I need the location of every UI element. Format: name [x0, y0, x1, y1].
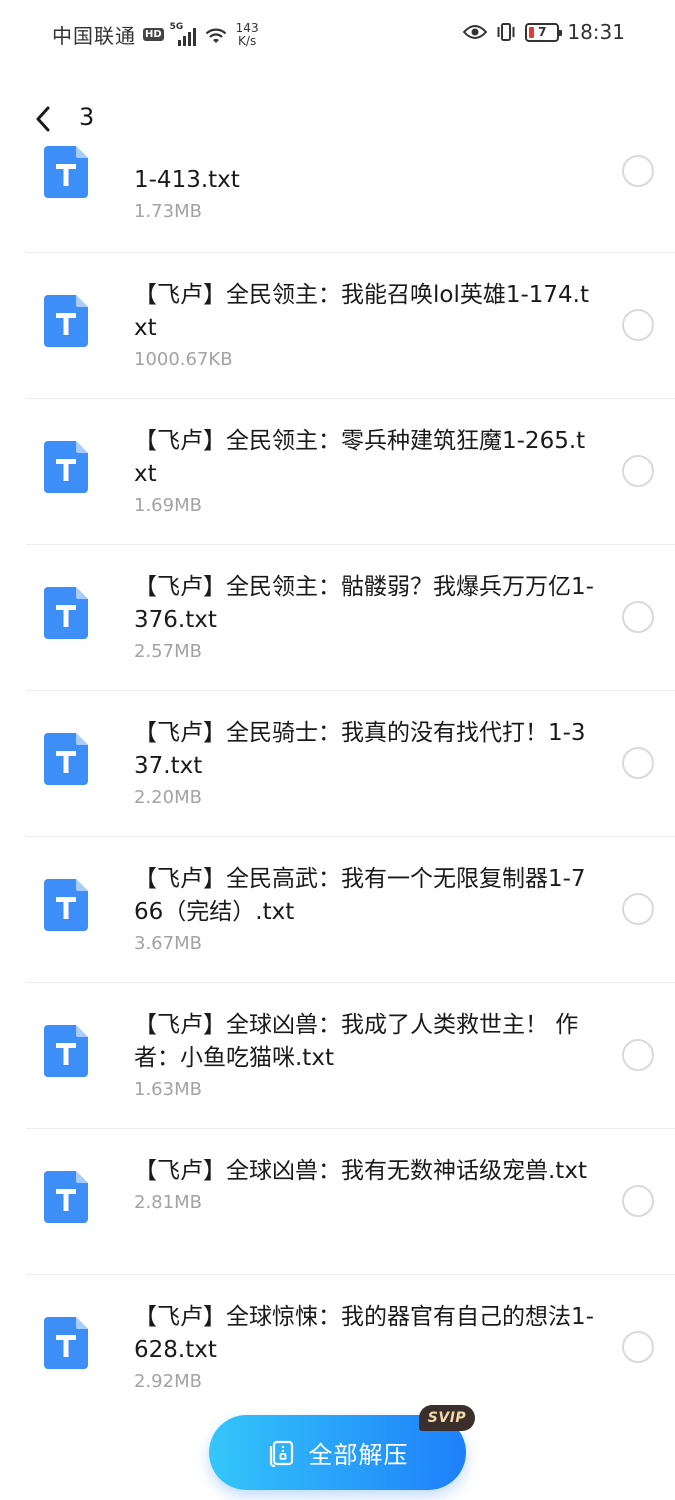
file-name: 【飞卢】全球凶兽：我成了人类救世主！ 作者：小鱼吃猫咪.txt [134, 1012, 579, 1071]
back-button[interactable] [28, 104, 58, 134]
text-file-icon [44, 295, 88, 347]
select-radio[interactable] [622, 455, 654, 487]
select-radio[interactable] [622, 601, 654, 633]
file-size: 2.81MB [134, 1192, 202, 1213]
file-name: 【飞卢】全民高武：我有一个无限复制器1-766（完结）.txt [134, 866, 586, 925]
page-title: 3 [79, 103, 95, 131]
file-size: 1000.67KB [134, 349, 233, 370]
status-bar: 中国联通 HD 5G 143 K/s 7 18:31 [0, 0, 675, 70]
select-radio[interactable] [622, 747, 654, 779]
clock: 18:31 [567, 20, 625, 44]
file-name: 【飞卢】全民领主：我能召唤lol英雄1-174.txt [134, 282, 590, 341]
status-bar-right: 7 18:31 [463, 20, 625, 44]
file-size: 2.20MB [134, 787, 202, 808]
extract-all-label: 全部解压 [308, 1441, 409, 1469]
file-size: 1.73MB [134, 201, 202, 222]
select-radio[interactable] [622, 309, 654, 341]
file-row[interactable]: 【飞卢】全民高武：我有一个无限复制器1-766（完结）.txt 3.67MB [26, 837, 675, 983]
text-file-icon [44, 879, 88, 931]
file-size: 3.67MB [134, 933, 202, 954]
file-size: 1.63MB [134, 1079, 202, 1100]
hd-badge: HD [143, 28, 164, 41]
chevron-left-icon [36, 106, 50, 132]
file-row[interactable]: 【飞卢】全球凶兽：我成了人类救世主！ 作者：小鱼吃猫咪.txt 1.63MB [26, 983, 675, 1129]
file-row[interactable]: 【飞卢】全球凶兽：我有无数神话级宠兽.txt 2.81MB [26, 1129, 675, 1275]
file-list[interactable]: 1-413.txt 1.73MB 【飞卢】全民领主：我能召唤lol英雄1-174… [0, 146, 675, 1410]
file-row[interactable]: 【飞卢】全球惊悚：我的器官有自己的想法1-628.txt 2.92MB [26, 1275, 675, 1410]
text-file-icon [44, 1317, 88, 1369]
select-radio[interactable] [622, 1185, 654, 1217]
file-row[interactable]: 【飞卢】全民骑士：我真的没有找代打！1-337.txt 2.20MB [26, 691, 675, 837]
file-size: 2.92MB [134, 1371, 202, 1392]
file-name: 【飞卢】全民领主：零兵种建筑狂魔1-265.txt [134, 428, 586, 487]
speed-value: 143 [235, 20, 259, 35]
carrier-name: 中国联通 [52, 24, 136, 48]
file-row[interactable]: 1-413.txt 1.73MB [26, 146, 675, 253]
file-name: 【飞卢】全球惊悚：我的器官有自己的想法1-628.txt [134, 1304, 594, 1363]
file-row[interactable]: 【飞卢】全民领主：骷髅弱？我爆兵万万亿1-376.txt 2.57MB [26, 545, 675, 691]
text-file-icon [44, 1171, 88, 1223]
text-file-icon [44, 1025, 88, 1077]
status-bar-left: 中国联通 HD 5G 143 K/s [52, 20, 259, 49]
file-name: 1-413.txt [134, 167, 240, 193]
header: 3 [0, 90, 675, 146]
file-row[interactable]: 【飞卢】全民领主：零兵种建筑狂魔1-265.txt 1.69MB [26, 399, 675, 545]
network-speed: 143 K/s [235, 20, 259, 48]
select-radio[interactable] [622, 893, 654, 925]
wifi-icon [205, 28, 226, 43]
file-name: 【飞卢】全民骑士：我真的没有找代打！1-337.txt [134, 720, 586, 779]
text-file-icon [44, 587, 88, 639]
vibrate-icon [497, 23, 515, 41]
file-row[interactable]: 【飞卢】全民领主：我能召唤lol英雄1-174.txt 1000.67KB [26, 253, 675, 399]
file-name: 【飞卢】全球凶兽：我有无数神话级宠兽.txt [134, 1158, 587, 1184]
text-file-icon [44, 733, 88, 785]
battery-level: 7 [538, 25, 547, 39]
file-size: 2.57MB [134, 641, 202, 662]
text-file-icon [44, 146, 88, 200]
file-size: 1.69MB [134, 495, 202, 516]
select-radio[interactable] [622, 1331, 654, 1363]
extract-icon [269, 1440, 293, 1467]
file-name: 【飞卢】全民领主：骷髅弱？我爆兵万万亿1-376.txt [134, 574, 594, 633]
select-radio[interactable] [622, 1039, 654, 1071]
select-radio[interactable] [622, 155, 654, 187]
speed-unit: K/s [238, 33, 257, 48]
svip-badge: SVIP [419, 1405, 475, 1431]
signal-icon: 5G [170, 22, 196, 46]
eye-icon [463, 25, 488, 39]
text-file-icon [44, 441, 88, 493]
battery-icon: 7 [525, 22, 563, 42]
